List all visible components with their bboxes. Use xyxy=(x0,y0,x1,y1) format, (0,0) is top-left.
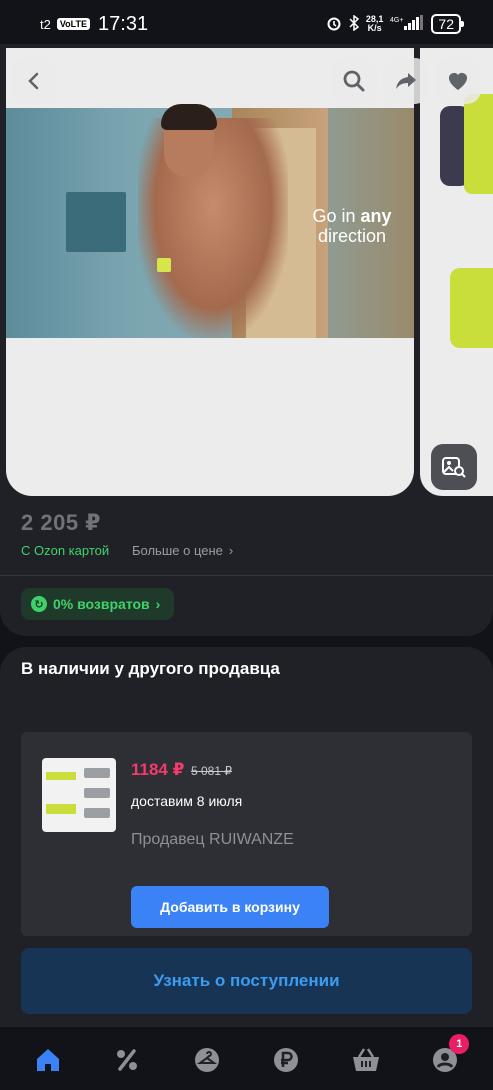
offer-seller-name[interactable]: Продавец RUIWANZE xyxy=(131,831,294,849)
product-header-card: Go in any direction 2 205 ₽ С Ozon карто… xyxy=(0,44,493,636)
bluetooth-icon xyxy=(349,14,360,34)
back-button[interactable] xyxy=(11,58,57,104)
heart-icon xyxy=(449,73,467,90)
video-caption-post: direction xyxy=(317,226,387,246)
video-caption-bold: any xyxy=(360,206,392,226)
visual-search-button[interactable] xyxy=(431,444,477,490)
favorite-button[interactable] xyxy=(435,58,481,104)
returns-badge[interactable]: ↻ 0% возвратов › xyxy=(21,588,175,620)
share-button[interactable] xyxy=(383,58,429,104)
seller-offer-card[interactable]: 1184 ₽ 5 081 ₽ доставим 8 июля Продавец … xyxy=(21,732,472,936)
offer-delivery: доставим 8 июля xyxy=(131,793,243,809)
product-video[interactable]: Go in any direction xyxy=(6,104,414,338)
nav-cart[interactable] xyxy=(346,1040,386,1080)
svg-text:4G+: 4G+ xyxy=(390,17,403,24)
offer-product-image[interactable] xyxy=(42,758,116,832)
speed-unit: K/s xyxy=(367,23,382,33)
ruble-icon xyxy=(274,1048,299,1072)
image-search-icon xyxy=(442,457,466,478)
nav-fashion[interactable] xyxy=(187,1040,227,1080)
signal-icon: 4G+ xyxy=(390,14,424,34)
nav-profile[interactable]: 1 xyxy=(425,1034,470,1080)
chevron-left-icon xyxy=(28,72,39,90)
hanger-icon xyxy=(194,1048,219,1072)
offer-old-price: 5 081 ₽ xyxy=(191,764,232,778)
offer-image-part xyxy=(46,804,76,814)
product-price: 2 205 ₽ xyxy=(21,510,101,535)
more-price-label: Больше о цене xyxy=(132,543,223,558)
chevron-right-icon: › xyxy=(155,596,161,612)
product-gallery-main[interactable]: Go in any direction xyxy=(6,48,414,496)
percent-icon xyxy=(117,1049,138,1071)
nav-home[interactable] xyxy=(28,1040,68,1080)
network-speed: 28,1 K/s xyxy=(366,15,384,33)
search-button[interactable] xyxy=(331,58,377,104)
home-icon xyxy=(36,1049,59,1071)
video-towel xyxy=(66,192,126,252)
bottom-navigation: 1 xyxy=(0,1030,493,1090)
video-model-hair xyxy=(161,104,217,130)
video-caption: Go in any direction xyxy=(302,206,402,246)
blade-image xyxy=(450,268,493,348)
returns-label: 0% возвратов xyxy=(53,596,150,612)
video-caption-pre: Go in xyxy=(312,206,356,226)
carrier-label: t2 xyxy=(40,16,51,32)
clock: 17:31 xyxy=(98,12,149,35)
search-icon xyxy=(343,70,365,92)
video-razor xyxy=(157,258,171,272)
nav-finance[interactable] xyxy=(266,1040,306,1080)
add-to-cart-button[interactable]: Добавить в корзину xyxy=(131,886,329,928)
basket-icon xyxy=(352,1048,379,1071)
more-about-price-link[interactable]: Больше о цене › xyxy=(132,543,233,558)
share-icon xyxy=(396,73,416,89)
return-arrows-icon: ↻ xyxy=(31,596,47,612)
trimmer-blade-image xyxy=(464,94,493,194)
status-left: t2 VoLTE 17:31 xyxy=(40,13,148,36)
divider xyxy=(0,575,493,576)
offer-image-part xyxy=(84,788,110,798)
section-title: В наличии у другого продавца xyxy=(21,659,280,678)
offer-image-part xyxy=(84,808,110,818)
profile-badge: 1 xyxy=(449,1034,470,1054)
chevron-right-icon: › xyxy=(228,543,234,558)
product-gallery-next[interactable] xyxy=(420,48,493,496)
alarm-icon xyxy=(326,15,342,34)
volte-badge: VoLTE xyxy=(56,18,91,30)
offer-image-part xyxy=(46,772,76,780)
offer-price: 1184 ₽ xyxy=(131,760,185,779)
ozon-card-label[interactable]: С Ozon картой xyxy=(21,543,109,558)
status-bar: t2 VoLTE 17:31 28,1 K/s 4G+ 72 xyxy=(0,0,493,48)
status-right: 28,1 K/s 4G+ 72 xyxy=(326,14,464,34)
notify-when-available-button[interactable]: Узнать о поступлении xyxy=(21,948,472,1014)
nav-discounts[interactable] xyxy=(107,1040,147,1080)
offer-image-part xyxy=(84,768,110,778)
battery-indicator: 72 xyxy=(431,14,464,34)
